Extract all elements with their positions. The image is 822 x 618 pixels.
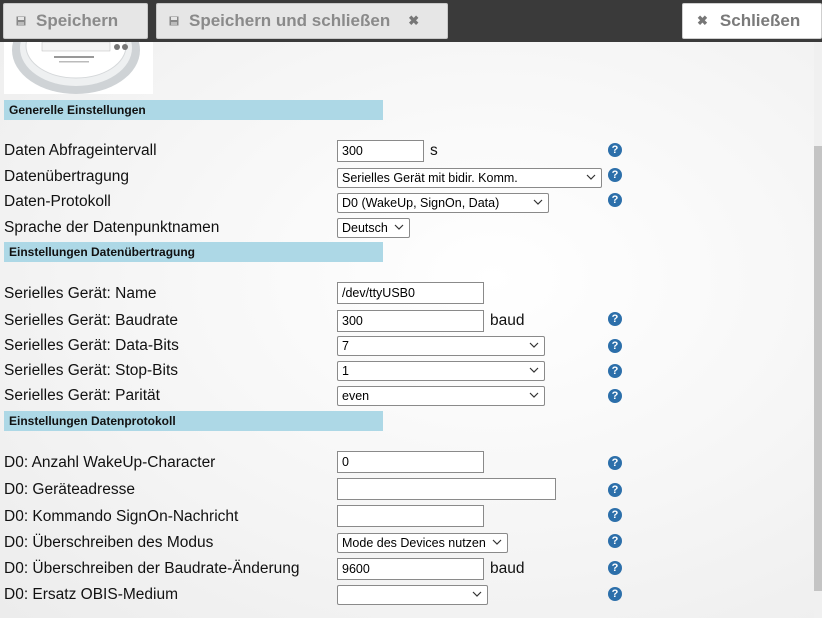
databits-label: Serielles Gerät: Data-Bits xyxy=(4,337,179,354)
stopbits-select-value: 1 xyxy=(342,364,349,378)
interval-unit: s xyxy=(430,142,438,159)
chevron-down-icon xyxy=(586,174,596,180)
save-and-close-button[interactable]: Speichern und schließen ✖ xyxy=(156,3,448,39)
wakeup-chars-label: D0: Anzahl WakeUp-Character xyxy=(4,454,216,471)
close-icon: ✖ xyxy=(408,13,420,28)
chevron-down-icon xyxy=(529,367,539,373)
help-icon[interactable]: ? xyxy=(608,456,622,470)
close-button[interactable]: ✖ Schließen xyxy=(682,3,822,39)
signon-command-input[interactable] xyxy=(337,505,484,527)
baudrate-input[interactable]: 300 xyxy=(337,310,484,332)
signon-command-label: D0: Kommando SignOn-Nachricht xyxy=(4,508,239,525)
help-icon[interactable]: ? xyxy=(608,168,622,182)
transfer-label: Datenübertragung xyxy=(4,168,129,185)
protocol-select-value: D0 (WakeUp, SignOn, Data) xyxy=(342,196,500,210)
help-icon[interactable]: ? xyxy=(608,364,622,378)
help-icon[interactable]: ? xyxy=(608,587,622,601)
transfer-select[interactable]: Serielles Gerät mit bidir. Komm. xyxy=(337,168,602,188)
databits-select-value: 7 xyxy=(342,339,349,353)
close-icon: ✖ xyxy=(697,13,708,28)
parity-label: Serielles Gerät: Parität xyxy=(4,387,160,404)
help-icon[interactable]: ? xyxy=(608,561,622,575)
protocol-select[interactable]: D0 (WakeUp, SignOn, Data) xyxy=(337,193,549,213)
mode-override-label: D0: Überschreiben des Modus xyxy=(4,534,214,551)
transfer-select-value: Serielles Gerät mit bidir. Komm. xyxy=(342,171,518,185)
baud-override-input[interactable]: 9600 xyxy=(337,558,484,580)
stopbits-label: Serielles Gerät: Stop-Bits xyxy=(4,362,179,379)
save-icon xyxy=(167,14,181,28)
meter-illustration xyxy=(12,42,140,94)
help-icon[interactable]: ? xyxy=(608,508,622,522)
mode-override-select[interactable]: Mode des Devices nutzen xyxy=(337,533,508,553)
mode-override-select-value: Mode des Devices nutzen xyxy=(342,536,486,550)
help-icon[interactable]: ? xyxy=(608,483,622,497)
device-address-label: D0: Geräteadresse xyxy=(4,481,135,498)
save-and-close-label: Speichern und schließen xyxy=(189,11,391,30)
parity-select[interactable]: even xyxy=(337,386,545,406)
chevron-down-icon xyxy=(472,591,482,597)
parity-select-value: even xyxy=(342,389,370,403)
baudrate-unit: baud xyxy=(490,312,525,329)
interval-input[interactable]: 300 xyxy=(337,140,424,162)
help-icon[interactable]: ? xyxy=(608,312,622,326)
help-icon[interactable]: ? xyxy=(608,143,622,157)
scrollbar-thumb[interactable] xyxy=(814,146,822,591)
baud-override-label: D0: Überschreiben der Baudrate-Änderung xyxy=(4,560,300,577)
toolbar: Speichern Speichern und schließen ✖ ✖ Sc… xyxy=(0,0,822,42)
interval-label: Daten Abfrageintervall xyxy=(4,142,157,159)
serial-name-input[interactable]: /dev/ttyUSB0 xyxy=(337,282,484,304)
obis-medium-select[interactable] xyxy=(337,585,488,605)
section-header-general: Generelle Einstellungen xyxy=(4,100,383,120)
obis-medium-label: D0: Ersatz OBIS-Medium xyxy=(4,586,178,603)
device-address-input[interactable] xyxy=(337,478,556,500)
chevron-down-icon xyxy=(394,224,404,230)
help-icon[interactable]: ? xyxy=(608,389,622,403)
language-label: Sprache der Datenpunktnamen xyxy=(4,219,220,236)
help-icon[interactable]: ? xyxy=(608,534,622,548)
serial-name-label: Serielles Gerät: Name xyxy=(4,285,157,302)
section-header-transfer: Einstellungen Datenübertragung xyxy=(4,242,383,262)
stopbits-select[interactable]: 1 xyxy=(337,361,545,381)
chevron-down-icon xyxy=(529,342,539,348)
save-icon xyxy=(14,14,28,28)
chevron-down-icon xyxy=(492,539,502,545)
meter-image xyxy=(4,42,153,94)
wakeup-chars-input[interactable]: 0 xyxy=(337,451,484,473)
section-header-protocol: Einstellungen Datenprotokoll xyxy=(4,411,383,431)
save-button[interactable]: Speichern xyxy=(3,3,148,39)
language-select-value: Deutsch xyxy=(342,221,388,235)
databits-select[interactable]: 7 xyxy=(337,336,545,356)
language-select[interactable]: Deutsch xyxy=(337,218,410,238)
save-button-label: Speichern xyxy=(36,11,119,30)
close-button-label: Schließen xyxy=(719,11,801,30)
help-icon[interactable]: ? xyxy=(608,339,622,353)
chevron-down-icon xyxy=(533,199,543,205)
baud-override-unit: baud xyxy=(490,560,525,577)
help-icon[interactable]: ? xyxy=(608,193,622,207)
protocol-label: Daten-Protokoll xyxy=(4,193,111,210)
baudrate-label: Serielles Gerät: Baudrate xyxy=(4,312,179,329)
chevron-down-icon xyxy=(529,392,539,398)
